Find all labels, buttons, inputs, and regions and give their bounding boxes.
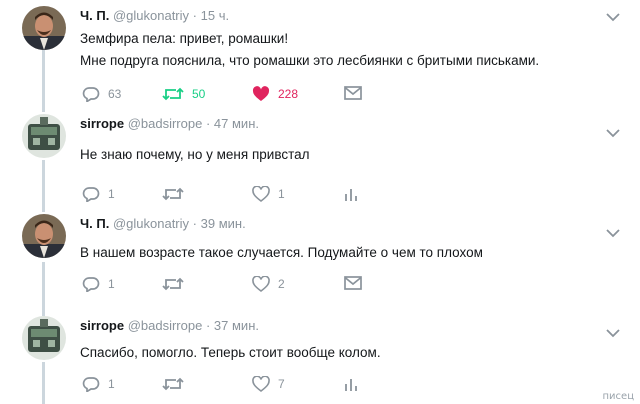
like-count: 1 (278, 187, 285, 201)
like-count: 228 (278, 87, 299, 101)
analytics-button[interactable] (344, 186, 358, 202)
reply-count: 1 (108, 377, 115, 391)
tweet[interactable]: Ч. П. @glukonatriy · 15 ч. Земфира пела:… (0, 6, 640, 110)
reply-button[interactable]: 63 (82, 86, 121, 102)
analytics-button[interactable] (344, 376, 358, 392)
display-name[interactable]: Ч. П. (80, 8, 109, 23)
avatar[interactable] (22, 214, 66, 258)
avatar[interactable] (22, 6, 66, 50)
reply-icon (82, 277, 100, 292)
reply-icon (82, 377, 100, 392)
reply-count: 63 (108, 87, 122, 101)
reply-count: 1 (108, 277, 115, 291)
tweet-text-line: Спасибо, помогло. Теперь стоит вообще ко… (80, 345, 381, 360)
tweet-text-line: Не знаю почему, но у меня привстал (80, 147, 310, 162)
heart-icon (252, 276, 270, 292)
heart-icon (252, 376, 270, 392)
reply-count: 1 (108, 187, 115, 201)
display-name[interactable]: sirrope (80, 116, 124, 131)
avatar[interactable] (22, 114, 66, 158)
retweet-button[interactable] (162, 186, 184, 202)
like-button[interactable]: 1 (252, 186, 285, 202)
tweet-header: sirrope @badsirrope · 37 мин. (80, 318, 259, 333)
tweet[interactable]: sirrope @badsirrope · 37 мин. Спасибо, п… (0, 316, 640, 404)
reply-button[interactable]: 1 (82, 376, 115, 392)
avatar[interactable] (22, 316, 66, 360)
reply-button[interactable]: 1 (82, 186, 115, 202)
dm-button[interactable] (344, 276, 362, 290)
dm-button[interactable] (344, 86, 362, 100)
timestamp[interactable]: 15 ч. (201, 8, 229, 23)
user-handle[interactable]: @badsirrope (128, 116, 203, 131)
user-handle[interactable]: @glukonatriy (113, 216, 189, 231)
separator-dot: · (192, 8, 197, 23)
envelope-icon (344, 276, 362, 290)
tweet-header: Ч. П. @glukonatriy · 39 мин. (80, 216, 246, 231)
envelope-icon (344, 86, 362, 100)
reply-icon (82, 87, 100, 102)
timestamp[interactable]: 37 мин. (214, 318, 259, 333)
timestamp[interactable]: 47 мин. (214, 116, 259, 131)
timestamp[interactable]: 39 мин. (201, 216, 246, 231)
analytics-icon (345, 189, 357, 201)
user-handle[interactable]: @badsirrope (128, 318, 203, 333)
retweet-count: 50 (192, 87, 206, 101)
tweet-text-line: В нашем возрасте такое случается. Подума… (80, 245, 483, 260)
watermark: писец (602, 391, 635, 402)
chevron-down-icon[interactable] (606, 128, 620, 138)
retweet-icon (162, 87, 184, 101)
like-button[interactable]: 228 (252, 86, 298, 102)
retweet-button[interactable] (162, 276, 184, 292)
reply-button[interactable]: 1 (82, 276, 115, 292)
retweet-icon (162, 187, 184, 201)
like-count: 2 (278, 277, 285, 291)
tweet-actions: 1 2 (80, 276, 380, 296)
separator-dot: · (192, 216, 197, 231)
tweet-text-line: Земфира пела: привет, ромашки! (80, 31, 289, 46)
tweet-actions: 1 7 (80, 376, 380, 396)
heart-icon (252, 186, 270, 202)
like-button[interactable]: 2 (252, 276, 285, 292)
user-handle[interactable]: @glukonatriy (113, 8, 189, 23)
tweet-actions: 63 50 228 (80, 86, 380, 106)
chevron-down-icon[interactable] (606, 12, 620, 22)
separator-dot: · (205, 116, 211, 131)
tweet[interactable]: Ч. П. @glukonatriy · 39 мин. В нашем воз… (0, 214, 640, 306)
retweet-button[interactable]: 50 (162, 86, 205, 102)
tweet-header: Ч. П. @glukonatriy · 15 ч. (80, 8, 229, 23)
tweet-text-line: Мне подруга пояснила, что ромашки это ле… (80, 53, 540, 68)
tweet-actions: 1 1 (80, 186, 380, 206)
retweet-icon (162, 377, 184, 391)
display-name[interactable]: Ч. П. (80, 216, 109, 231)
like-count: 7 (278, 377, 285, 391)
chevron-down-icon[interactable] (606, 228, 620, 238)
separator-dot: · (205, 318, 211, 333)
retweet-button[interactable] (162, 376, 184, 392)
like-button[interactable]: 7 (252, 376, 285, 392)
display-name[interactable]: sirrope (80, 318, 124, 333)
tweet-header: sirrope @badsirrope · 47 мин. (80, 116, 259, 131)
retweet-icon (162, 277, 184, 291)
tweet[interactable]: sirrope @badsirrope · 47 мин. Не знаю по… (0, 114, 640, 206)
chevron-down-icon[interactable] (606, 328, 620, 338)
reply-icon (82, 187, 100, 202)
heart-icon (252, 86, 270, 101)
analytics-icon (345, 379, 357, 391)
